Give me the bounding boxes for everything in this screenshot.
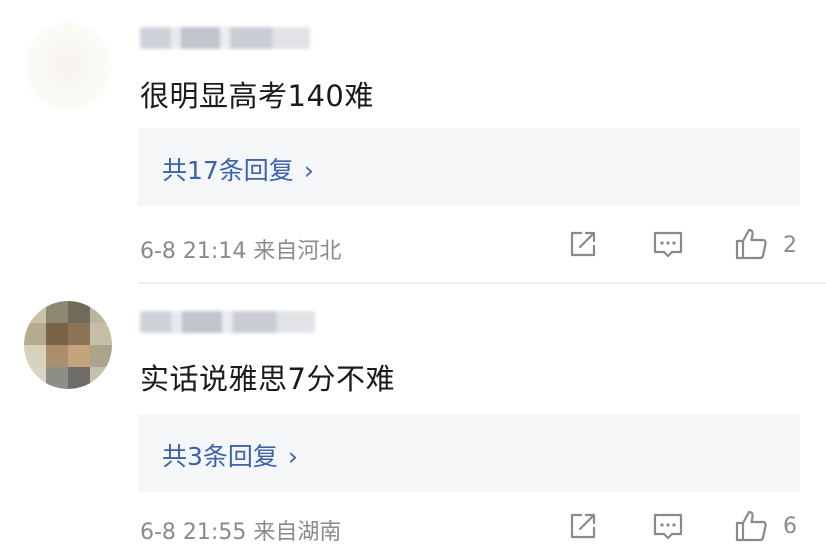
- thumbs-up-icon[interactable]: [734, 509, 768, 543]
- like-count: 2: [783, 233, 797, 258]
- username-blurred[interactable]: [140, 311, 315, 333]
- replies-count-label: 共17条回复: [162, 156, 294, 185]
- view-replies-link[interactable]: 共3条回复 ›: [162, 437, 298, 473]
- comment-meta: 6-8 21:14 来自河北: [140, 239, 342, 264]
- avatar[interactable]: [24, 22, 112, 110]
- comment-icon[interactable]: [651, 227, 685, 261]
- like-count: 6: [783, 514, 797, 539]
- comment-text: 很明显高考140难: [140, 79, 374, 113]
- avatar[interactable]: [24, 301, 112, 389]
- replies-box[interactable]: 共3条回复 ›: [138, 414, 800, 492]
- thumbs-up-icon[interactable]: [734, 227, 768, 261]
- chevron-right-icon: ›: [303, 156, 314, 185]
- replies-box[interactable]: 共17条回复 ›: [138, 128, 800, 206]
- comment-item: 实话说雅思7分不难 共3条回复 › 6-8 21:55 来自湖南 6: [0, 284, 826, 553]
- comment-text: 实话说雅思7分不难: [140, 362, 395, 396]
- chevron-right-icon: ›: [287, 442, 298, 471]
- comment-item: 很明显高考140难 共17条回复 › 6-8 21:14 来自河北 2: [0, 0, 826, 283]
- share-icon[interactable]: [566, 509, 600, 543]
- view-replies-link[interactable]: 共17条回复 ›: [162, 151, 314, 187]
- username-blurred[interactable]: [140, 27, 310, 49]
- comment-icon[interactable]: [651, 509, 685, 543]
- share-icon[interactable]: [566, 227, 600, 261]
- replies-count-label: 共3条回复: [162, 442, 278, 471]
- comment-meta: 6-8 21:55 来自湖南: [140, 520, 342, 545]
